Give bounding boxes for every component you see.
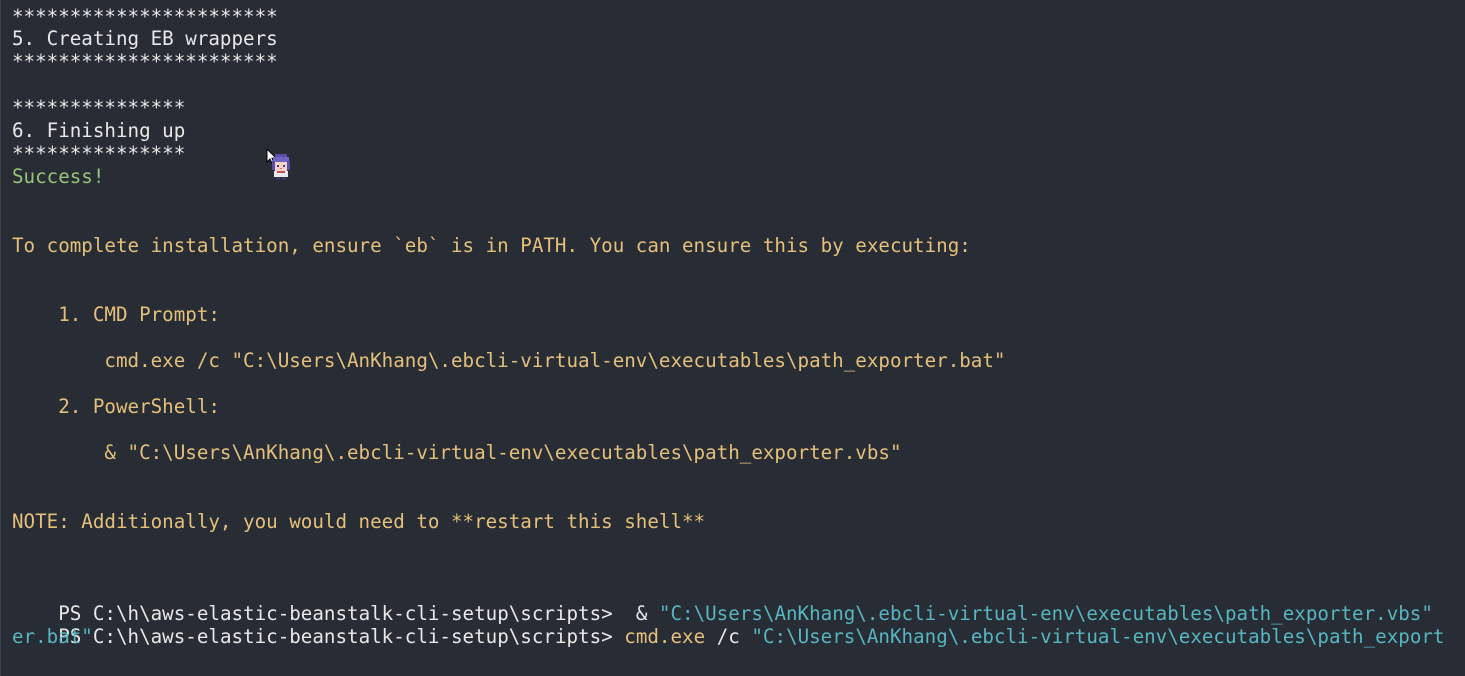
instruction-command: cmd.exe /c "C:\Users\AnKhang\.ebcli-virt… bbox=[12, 349, 1006, 372]
command-name: cmd.exe bbox=[624, 625, 706, 648]
terminal-window[interactable]: *********************** 5. Creating EB w… bbox=[0, 0, 1465, 676]
note-text: NOTE: Additionally, you would need to **… bbox=[12, 510, 706, 533]
command-line: PS C:\h\aws-elastic-beanstalk-cli-setup\… bbox=[12, 579, 1433, 625]
output-line: *********************** bbox=[12, 50, 278, 73]
command-argument: "C:\Users\AnKhang\.ebcli-virtual-env\exe… bbox=[751, 625, 1445, 648]
instruction-step: 1. CMD Prompt: bbox=[12, 303, 220, 326]
window-left-border bbox=[0, 0, 1, 676]
output-line: *********************** bbox=[12, 5, 278, 28]
section-heading: 6. Finishing up bbox=[12, 119, 186, 142]
success-message: Success! bbox=[12, 165, 105, 188]
command-line: PS C:\h\aws-elastic-beanstalk-cli-setup\… bbox=[12, 602, 1444, 648]
section-heading: 5. Creating EB wrappers bbox=[12, 27, 278, 50]
shell-prompt: PS C:\h\aws-elastic-beanstalk-cli-setup\… bbox=[58, 625, 625, 648]
instruction-text: To complete installation, ensure `eb` is… bbox=[12, 234, 971, 257]
command-argument-wrap: er.bat" bbox=[12, 625, 93, 648]
output-line: *************** bbox=[12, 142, 186, 165]
command-flag: /c bbox=[705, 625, 752, 648]
pixel-character-icon bbox=[272, 154, 290, 180]
instruction-step: 2. PowerShell: bbox=[12, 395, 220, 418]
output-line: *************** bbox=[12, 96, 186, 119]
instruction-command: & "C:\Users\AnKhang\.ebcli-virtual-env\e… bbox=[12, 441, 902, 464]
